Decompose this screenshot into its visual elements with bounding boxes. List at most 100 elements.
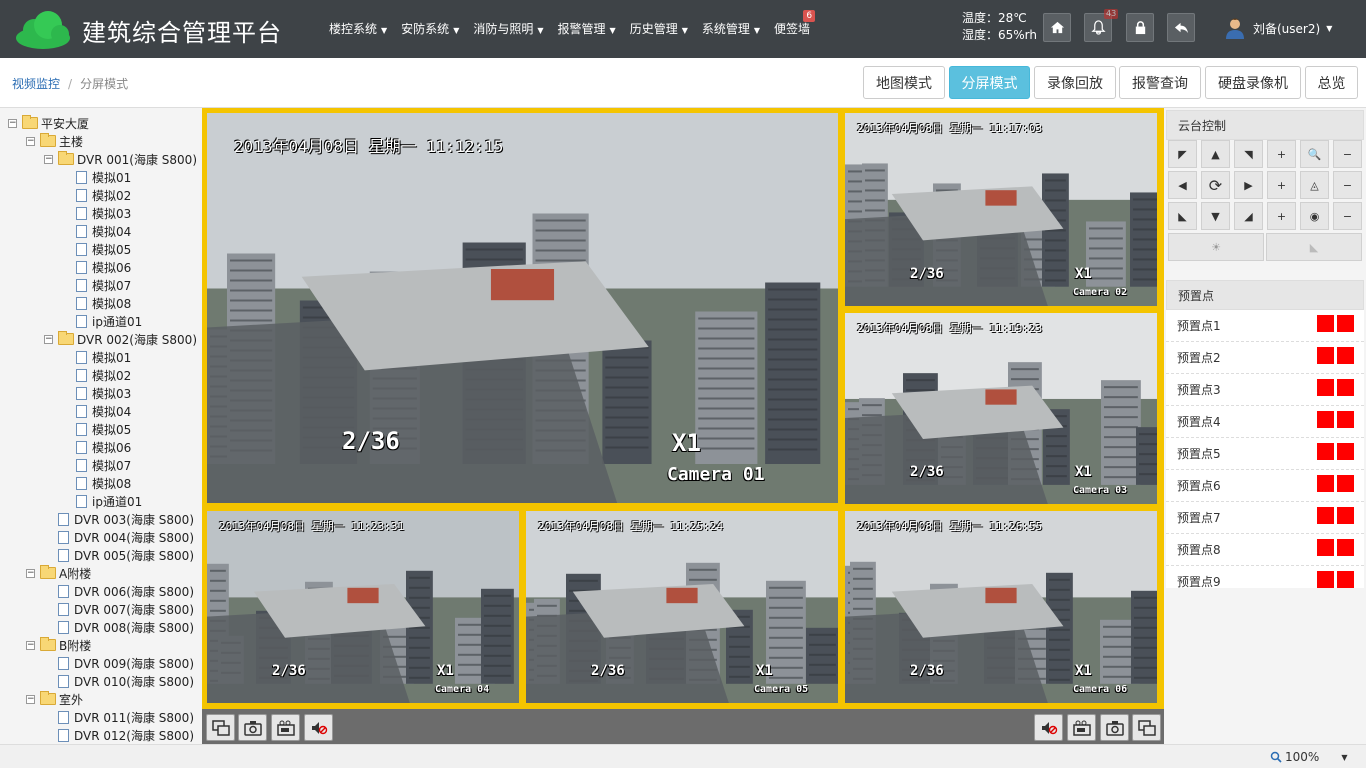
snapshot-button-right[interactable] [1100, 714, 1129, 741]
ptz-wiper-button[interactable]: ◣ [1266, 233, 1362, 261]
ptz-arrow-down-left-button[interactable]: ◣ [1168, 202, 1197, 230]
tree-node[interactable]: 模拟06 [62, 258, 131, 276]
nav-item-2[interactable]: 消防与照明 ▼ [466, 0, 550, 58]
tree-node[interactable]: 模拟03 [62, 204, 131, 222]
tree-node[interactable]: − 主楼 [26, 132, 83, 150]
tab-map-mode[interactable]: 地图模式 [863, 66, 945, 99]
record-button[interactable] [271, 714, 300, 741]
preset-set-button[interactable] [1337, 507, 1354, 524]
camera-view-3[interactable]: 2013年04月08日 星期一 11:19:23 2/36 X1 Camera 03 [845, 313, 1157, 504]
tree-node[interactable]: 模拟04 [62, 402, 131, 420]
mute-button-right[interactable] [1034, 714, 1063, 741]
camera-view-6[interactable]: 2013年04月08日 星期一 11:26:55 2/36 X1 Camera 06 [845, 511, 1157, 703]
tree-node[interactable]: 模拟08 [62, 294, 131, 312]
tree-node[interactable]: 模拟02 [62, 186, 131, 204]
tree-node[interactable]: 模拟04 [62, 222, 131, 240]
tree-node[interactable]: 模拟01 [62, 348, 131, 366]
collapse-toggle-icon[interactable]: − [26, 640, 35, 650]
preset-set-button[interactable] [1337, 539, 1354, 556]
camera-view-4[interactable]: 2013年04月08日 星期一 11:23:31 2/36 X1 Camera 04 [207, 511, 519, 703]
tree-node[interactable]: 模拟02 [62, 366, 131, 384]
ptz-zoom-out-button[interactable]: − [1333, 140, 1362, 168]
ptz-zoom-in-button[interactable]: + [1267, 140, 1296, 168]
nav-item-6[interactable]: 便签墙 6 [767, 0, 817, 58]
ptz-arrow-down-button[interactable]: ▼ [1201, 202, 1230, 230]
ptz-focus-out-button[interactable]: − [1333, 171, 1362, 199]
preset-set-button[interactable] [1337, 411, 1354, 428]
home-button[interactable] [1043, 13, 1071, 42]
ptz-arrow-down-right-button[interactable]: ◢ [1234, 202, 1263, 230]
tree-node[interactable]: − DVR 002(海康 S800) [44, 330, 197, 348]
tree-node[interactable]: − DVR 001(海康 S800) [44, 150, 197, 168]
nav-item-4[interactable]: 历史管理 ▼ [623, 0, 695, 58]
record-button-right[interactable] [1067, 714, 1096, 741]
camera-view-1[interactable]: 2013年04月08日 星期一 11:12:15 2/36 X1 Camera 01 [207, 113, 838, 503]
preset-set-button[interactable] [1337, 379, 1354, 396]
tab-overview[interactable]: 总览 [1305, 66, 1358, 99]
preset-goto-button[interactable] [1317, 571, 1334, 588]
nav-item-0[interactable]: 楼控系统 ▼ [322, 0, 394, 58]
tree-node[interactable]: 模拟07 [62, 456, 131, 474]
ptz-arrow-up-right-button[interactable]: ◥ [1234, 140, 1263, 168]
tab-dvr[interactable]: 硬盘录像机 [1205, 66, 1301, 99]
user-menu[interactable]: 刘备(user2) ▼ [1224, 17, 1332, 39]
preset-goto-button[interactable] [1317, 315, 1334, 332]
tree-node[interactable]: DVR 003(海康 S800) [44, 510, 194, 528]
collapse-toggle-icon[interactable]: − [8, 118, 17, 128]
tree-node[interactable]: DVR 004(海康 S800) [44, 528, 194, 546]
preset-goto-button[interactable] [1317, 507, 1334, 524]
tree-node[interactable]: 模拟05 [62, 240, 131, 258]
tree-node[interactable]: DVR 012(海康 S800) [44, 726, 194, 744]
split-layout-button[interactable] [206, 714, 235, 741]
tree-node[interactable]: 模拟08 [62, 474, 131, 492]
preset-set-button[interactable] [1337, 315, 1354, 332]
tree-node[interactable]: 模拟05 [62, 420, 131, 438]
tree-node[interactable]: ip通道01 [62, 492, 142, 510]
preset-set-button[interactable] [1337, 443, 1354, 460]
ptz-arrow-up-left-button[interactable]: ◤ [1168, 140, 1197, 168]
tree-node[interactable]: DVR 006(海康 S800) [44, 582, 194, 600]
ptz-zoom-button[interactable]: 🔍 [1300, 140, 1329, 168]
tab-playback[interactable]: 录像回放 [1034, 66, 1116, 99]
preset-goto-button[interactable] [1317, 539, 1334, 556]
tab-split-mode[interactable]: 分屏模式 [949, 66, 1030, 99]
preset-goto-button[interactable] [1317, 411, 1334, 428]
tree-node[interactable]: − A附楼 [26, 564, 91, 582]
nav-item-1[interactable]: 安防系统 ▼ [394, 0, 466, 58]
snapshot-button[interactable] [238, 714, 267, 741]
ptz-focus-in-button[interactable]: + [1267, 171, 1296, 199]
ptz-arrow-left-button[interactable]: ◀ [1168, 171, 1197, 199]
ptz-focus-button[interactable]: ◬ [1300, 171, 1329, 199]
preset-set-button[interactable] [1337, 475, 1354, 492]
collapse-toggle-icon[interactable]: − [26, 568, 35, 578]
tree-node[interactable]: − 平安大厦 [8, 114, 89, 132]
tree-node[interactable]: − 室外 [26, 690, 83, 708]
tree-node[interactable]: DVR 005(海康 S800) [44, 546, 194, 564]
collapse-toggle-icon[interactable]: − [26, 694, 35, 704]
tree-node[interactable]: − B附楼 [26, 636, 91, 654]
tree-node[interactable]: ip通道01 [62, 312, 142, 330]
ptz-arrow-up-button[interactable]: ▲ [1201, 140, 1230, 168]
ptz-iris-button[interactable]: ◉ [1300, 202, 1329, 230]
tree-node[interactable]: DVR 007(海康 S800) [44, 600, 194, 618]
breadcrumb-parent[interactable]: 视频监控 [12, 77, 60, 91]
tree-node[interactable]: 模拟01 [62, 168, 131, 186]
collapse-toggle-icon[interactable]: − [44, 154, 53, 164]
collapse-toggle-icon[interactable]: − [44, 334, 53, 344]
tree-node[interactable]: DVR 009(海康 S800) [44, 654, 194, 672]
preset-goto-button[interactable] [1317, 475, 1334, 492]
ptz-light-button[interactable]: ☀ [1168, 233, 1264, 261]
tree-node[interactable]: 模拟07 [62, 276, 131, 294]
collapse-toggle-icon[interactable]: − [26, 136, 35, 146]
ptz-iris-out-button[interactable]: − [1333, 202, 1362, 230]
preset-goto-button[interactable] [1317, 379, 1334, 396]
preset-set-button[interactable] [1337, 347, 1354, 364]
preset-set-button[interactable] [1337, 571, 1354, 588]
tree-node[interactable]: DVR 011(海康 S800) [44, 708, 194, 726]
split-layout-button-right[interactable] [1132, 714, 1161, 741]
preset-goto-button[interactable] [1317, 443, 1334, 460]
mute-button[interactable] [304, 714, 333, 741]
logout-button[interactable] [1167, 13, 1195, 42]
ptz-iris-in-button[interactable]: + [1267, 202, 1296, 230]
nav-item-3[interactable]: 报警管理 ▼ [551, 0, 623, 58]
